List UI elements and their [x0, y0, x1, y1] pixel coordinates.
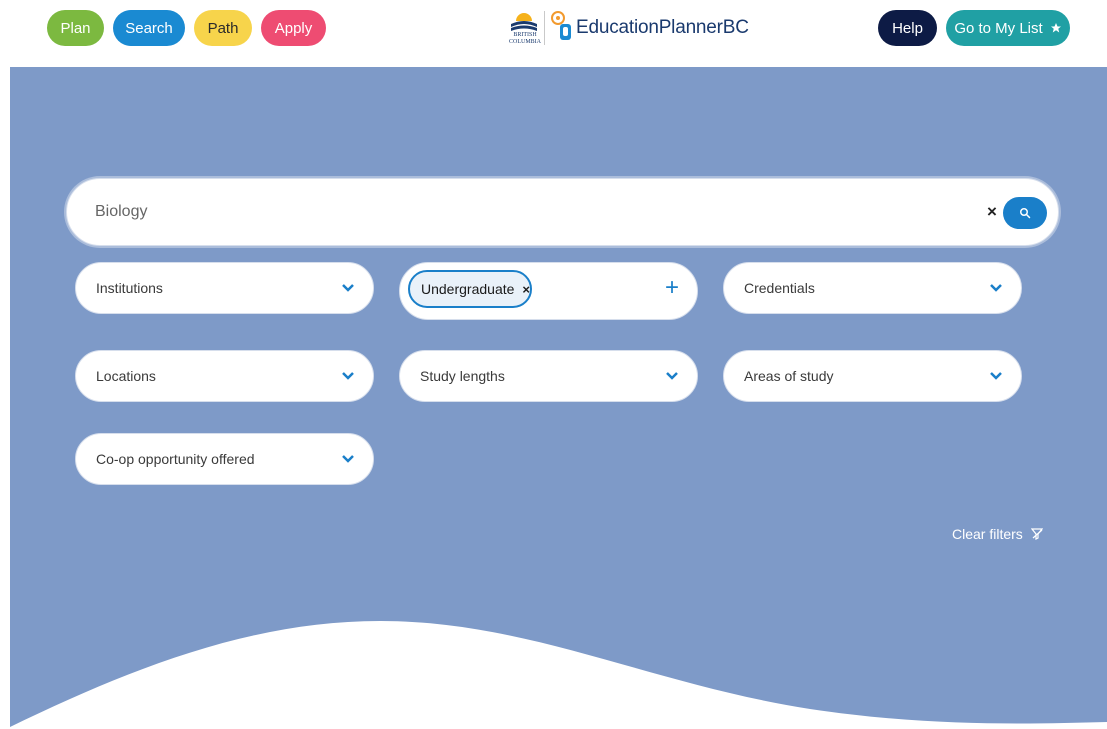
logo-divider	[544, 11, 545, 45]
search-hero: Biology × Institutions Undergraduate × +…	[10, 67, 1107, 729]
filter-credentials[interactable]: Credentials	[723, 262, 1022, 314]
bc-sun-logo: BRITISH COLUMBIA	[506, 8, 542, 48]
star-icon	[1050, 23, 1061, 33]
help-button[interactable]: Help	[878, 10, 937, 46]
chevron-down-icon	[666, 372, 678, 380]
nav-search-label: Search	[125, 19, 173, 37]
filter-chip-undergraduate[interactable]: Undergraduate ×	[408, 270, 532, 308]
filter-credentials-label: Credentials	[744, 280, 815, 296]
clear-filter-icon	[1030, 528, 1043, 540]
bc-line2: COLUMBIA	[508, 39, 541, 45]
clear-filters-button[interactable]: Clear filters	[952, 526, 1043, 542]
chevron-down-icon	[990, 372, 1002, 380]
nav-apply-label: Apply	[274, 19, 313, 37]
filter-level[interactable]: Undergraduate × +	[399, 262, 698, 320]
filter-coop-label: Co-op opportunity offered	[96, 451, 255, 467]
chevron-down-icon	[342, 455, 354, 463]
my-list-button[interactable]: Go to My List	[946, 10, 1070, 46]
filter-areas-label: Areas of study	[744, 368, 834, 384]
site-logo[interactable]: BRITISH COLUMBIA EducationPlannerBC	[506, 6, 749, 50]
chevron-down-icon	[342, 372, 354, 380]
nav-path-label: Path	[207, 19, 239, 37]
search-value: Biology	[95, 203, 148, 220]
nav-path-button[interactable]: Path	[194, 10, 252, 46]
chevron-down-icon	[342, 284, 354, 292]
filter-locations-label: Locations	[96, 368, 156, 384]
nav-search-button[interactable]: Search	[113, 10, 185, 46]
filter-coop[interactable]: Co-op opportunity offered	[75, 433, 374, 485]
wave-decoration	[10, 621, 1107, 729]
filter-locations[interactable]: Locations	[75, 350, 374, 402]
help-label: Help	[892, 19, 923, 37]
search-input[interactable]: Biology ×	[66, 178, 1059, 246]
chip-label: Undergraduate	[421, 281, 515, 297]
brand-name: EducationPlannerBC	[576, 17, 749, 38]
clear-search-icon[interactable]: ×	[987, 203, 997, 220]
nav-plan-button[interactable]: Plan	[47, 10, 104, 46]
filter-study-lengths-label: Study lengths	[420, 368, 505, 384]
plus-icon[interactable]: +	[665, 276, 679, 300]
my-list-label: Go to My List	[954, 19, 1043, 37]
search-icon	[1020, 208, 1031, 219]
filter-institutions[interactable]: Institutions	[75, 262, 374, 314]
filter-areas-of-study[interactable]: Areas of study	[723, 350, 1022, 402]
filter-study-lengths[interactable]: Study lengths	[399, 350, 698, 402]
filter-institutions-label: Institutions	[96, 280, 163, 296]
chip-remove-icon[interactable]: ×	[522, 282, 530, 297]
bc-line1: BRITISH	[513, 32, 537, 38]
nav-apply-button[interactable]: Apply	[261, 10, 326, 46]
search-submit-button[interactable]	[1003, 197, 1047, 229]
ep-logo	[551, 10, 573, 47]
nav-plan-label: Plan	[60, 19, 91, 37]
chevron-down-icon	[990, 284, 1002, 292]
clear-filters-label: Clear filters	[952, 526, 1023, 542]
top-header: Plan Search Path Apply BRITISH COLUMBIA E…	[0, 0, 1107, 67]
